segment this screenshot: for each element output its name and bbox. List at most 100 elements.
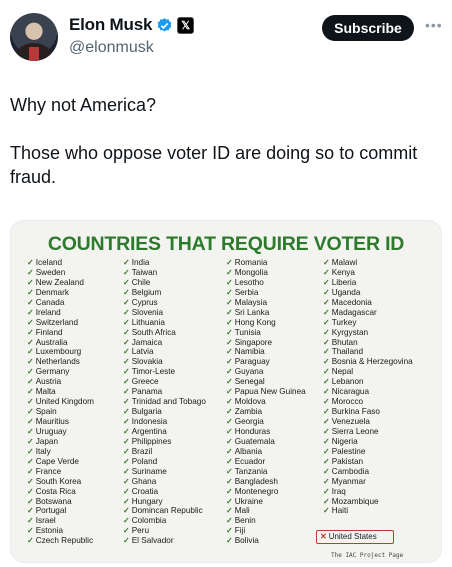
country-name: Nicaragua bbox=[331, 387, 370, 397]
country-item: ✓ Malaysia bbox=[226, 298, 306, 308]
check-icon: ✓ bbox=[226, 287, 233, 297]
check-icon: ✓ bbox=[226, 486, 233, 496]
country-name: Panama bbox=[131, 387, 163, 397]
check-icon: ✓ bbox=[323, 496, 330, 506]
country-name: Hong Kong bbox=[234, 317, 276, 327]
country-name: Uruguay bbox=[35, 426, 67, 436]
check-icon: ✓ bbox=[123, 526, 130, 536]
country-item: ✓ Malawi bbox=[323, 258, 413, 268]
country-item: ✓ Myanmar bbox=[323, 477, 413, 487]
country-name: Malawi bbox=[331, 258, 358, 267]
country-item: ✓ Lebanon bbox=[323, 377, 413, 387]
check-icon: ✓ bbox=[226, 307, 233, 317]
check-icon: ✓ bbox=[226, 426, 233, 436]
country-item: ✓ Haiti bbox=[323, 506, 413, 516]
check-icon: ✓ bbox=[27, 536, 34, 546]
country-name: Namibia bbox=[234, 347, 265, 357]
country-name: Chile bbox=[131, 277, 151, 287]
country-name: Latvia bbox=[131, 347, 154, 357]
country-item: ✓ Sweden bbox=[27, 268, 94, 278]
country-name: Albania bbox=[234, 446, 263, 456]
check-icon: ✓ bbox=[323, 407, 330, 417]
country-name: Mozambique bbox=[331, 496, 379, 506]
country-item: ✓ India bbox=[123, 258, 206, 268]
check-icon: ✓ bbox=[27, 466, 34, 476]
check-icon: ✓ bbox=[27, 496, 34, 506]
country-name: Brazil bbox=[131, 446, 153, 456]
country-name: Slovakia bbox=[131, 357, 163, 367]
country-item: ✓ Botswana bbox=[27, 497, 94, 507]
check-icon: ✓ bbox=[226, 347, 233, 357]
check-icon: ✓ bbox=[27, 516, 34, 526]
check-icon: ✓ bbox=[323, 347, 330, 357]
country-name: Italy bbox=[35, 446, 51, 456]
country-item: ✓ Iraq bbox=[323, 487, 413, 497]
country-name: Madagascar bbox=[331, 307, 377, 317]
check-icon: ✓ bbox=[123, 476, 130, 486]
check-icon: ✓ bbox=[27, 258, 34, 267]
country-name: Benin bbox=[234, 516, 256, 526]
country-name: Paraguay bbox=[234, 357, 270, 367]
country-item: ✓ Nepal bbox=[323, 367, 413, 377]
country-name: Ecuador bbox=[234, 456, 266, 466]
more-horizontal-icon[interactable]: ••• bbox=[425, 17, 443, 33]
avatar[interactable] bbox=[10, 13, 58, 61]
check-icon: ✓ bbox=[226, 258, 233, 267]
country-name: Palestine bbox=[331, 446, 366, 456]
check-icon: ✓ bbox=[123, 258, 130, 267]
check-icon: ✓ bbox=[226, 536, 233, 546]
country-item: ✓ Cyprus bbox=[123, 298, 206, 308]
country-item: ✓ Trinidad and Tobago bbox=[123, 397, 206, 407]
country-name: Guyana bbox=[234, 367, 264, 377]
country-item: ✓ Jamaica bbox=[123, 338, 206, 348]
country-item: ✓ Serbia bbox=[226, 288, 306, 298]
country-name: Bolivia bbox=[234, 536, 259, 546]
country-name: France bbox=[35, 466, 62, 476]
check-icon: ✓ bbox=[123, 486, 130, 496]
author-name[interactable]: Elon Musk bbox=[69, 15, 152, 35]
check-icon: ✓ bbox=[323, 417, 330, 426]
tweet-text: Why not America? Those who oppose voter … bbox=[10, 93, 442, 213]
country-item: ✓ Bhutan bbox=[323, 338, 413, 348]
country-name: Nigeria bbox=[331, 436, 358, 446]
country-name: Liberia bbox=[331, 277, 357, 287]
country-name: Bosnia & Herzegovina bbox=[331, 357, 413, 367]
author-handle[interactable]: @elonmusk bbox=[69, 39, 154, 57]
country-name: Zambia bbox=[234, 407, 263, 417]
country-name: Spain bbox=[35, 407, 57, 417]
image-title: COUNTRIES THAT REQUIRE VOTER ID bbox=[47, 233, 405, 255]
country-name: Iraq bbox=[331, 486, 346, 496]
country-item: ✓ Bolivia bbox=[226, 536, 306, 546]
subscribe-button[interactable]: Subscribe bbox=[322, 15, 414, 41]
country-name: Luxembourg bbox=[35, 347, 82, 357]
country-name: Czech Republic bbox=[35, 536, 94, 546]
verified-badge-icon bbox=[157, 17, 172, 32]
country-item: ✓ Turkey bbox=[323, 318, 413, 328]
country-name: Botswana bbox=[35, 496, 72, 506]
country-name: Iceland bbox=[35, 258, 63, 267]
check-icon: ✓ bbox=[27, 486, 34, 496]
country-name: South Africa bbox=[131, 327, 176, 337]
country-name: Uganda bbox=[331, 287, 361, 297]
country-item: ✓ Israel bbox=[27, 516, 94, 526]
country-item: ✓ Suriname bbox=[123, 467, 206, 477]
check-icon: ✓ bbox=[123, 496, 130, 506]
country-item: ✓ Morocco bbox=[323, 397, 413, 407]
country-item: ✓ Hong Kong bbox=[226, 318, 306, 328]
country-item: ✓ Estonia bbox=[27, 526, 94, 536]
tweet-image[interactable]: COUNTRIES THAT REQUIRE VOTER ID ✓ Iceland… bbox=[10, 220, 442, 563]
country-item: ✓ Finland bbox=[27, 328, 94, 338]
country-item: ✓ Iceland bbox=[27, 258, 94, 268]
country-name: Bulgaria bbox=[131, 407, 162, 417]
country-name: Cape Verde bbox=[35, 456, 79, 466]
check-icon: ✓ bbox=[27, 357, 34, 367]
check-icon: ✓ bbox=[323, 297, 330, 307]
country-name: Macedonia bbox=[331, 297, 372, 307]
check-icon: ✓ bbox=[123, 337, 130, 347]
country-item: ✓ Papua New Guinea bbox=[226, 387, 306, 397]
check-icon: ✓ bbox=[323, 466, 330, 476]
check-icon: ✓ bbox=[323, 436, 330, 446]
check-icon: ✓ bbox=[123, 347, 130, 357]
country-name: Netherlands bbox=[35, 357, 80, 367]
check-icon: ✓ bbox=[323, 317, 330, 327]
